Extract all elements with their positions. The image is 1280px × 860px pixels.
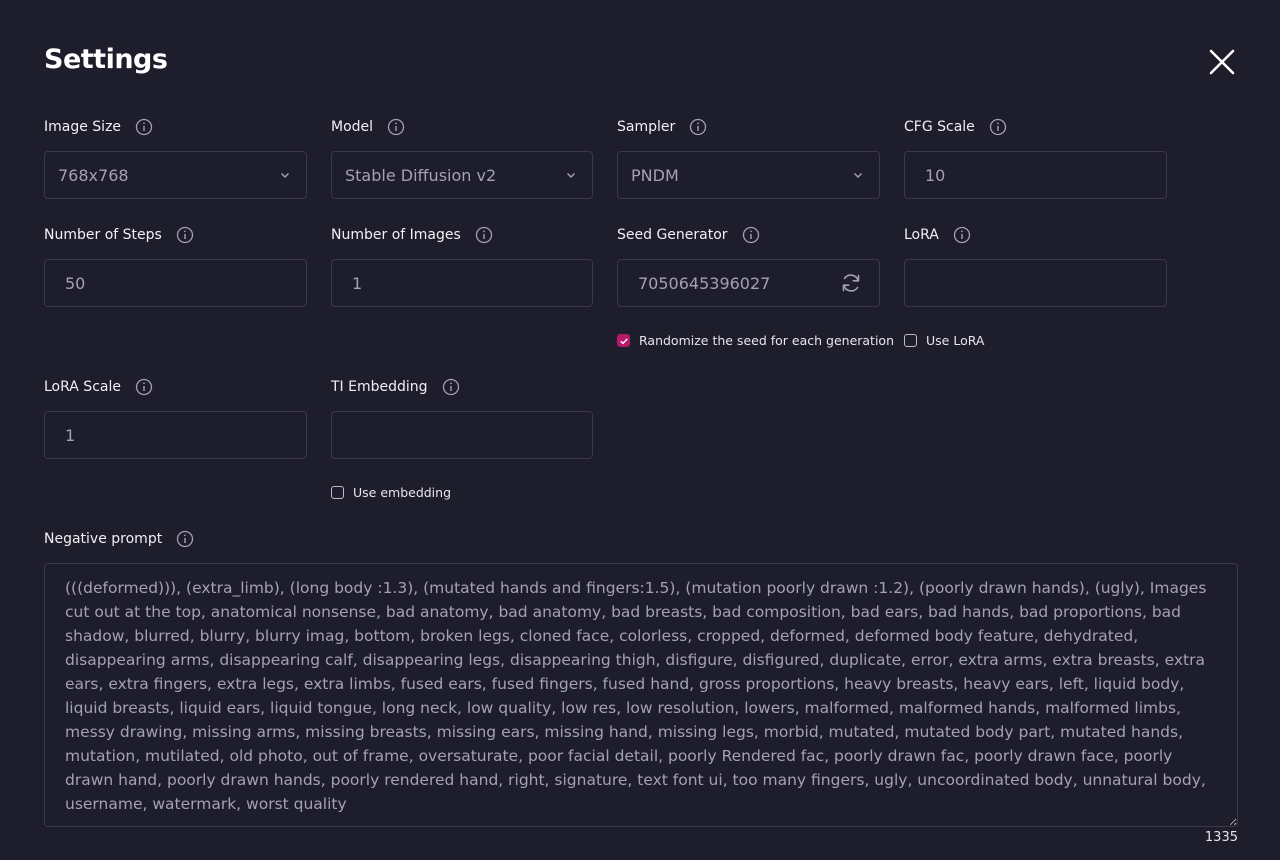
- chevron-down-icon: [281, 173, 289, 178]
- lora-scale-input[interactable]: 1: [44, 411, 307, 459]
- seed-generator-label: Seed Generator: [617, 226, 760, 244]
- num-steps-label: Number of Steps: [44, 226, 194, 244]
- close-icon[interactable]: [1206, 46, 1238, 78]
- num-steps-input[interactable]: 50: [44, 259, 307, 307]
- ti-embedding-input[interactable]: [331, 411, 593, 459]
- info-icon[interactable]: [689, 118, 707, 136]
- cfg-scale-input[interactable]: 10: [904, 151, 1167, 199]
- use-lora-checkbox[interactable]: Use LoRA: [904, 333, 984, 348]
- info-icon[interactable]: [989, 118, 1007, 136]
- image-size-select[interactable]: 768x768: [44, 151, 307, 199]
- use-embedding-checkbox[interactable]: Use embedding: [331, 485, 451, 500]
- image-size-label: Image Size: [44, 118, 153, 136]
- checkbox-checked[interactable]: [617, 334, 630, 347]
- info-icon[interactable]: [442, 378, 460, 396]
- num-images-label: Number of Images: [331, 226, 493, 244]
- model-label: Model: [331, 118, 405, 136]
- info-icon[interactable]: [176, 226, 194, 244]
- sampler-select[interactable]: PNDM: [617, 151, 880, 199]
- model-select[interactable]: Stable Diffusion v2: [331, 151, 593, 199]
- info-icon[interactable]: [135, 118, 153, 136]
- lora-input[interactable]: [904, 259, 1167, 307]
- refresh-icon[interactable]: [839, 271, 863, 295]
- info-icon[interactable]: [176, 530, 194, 548]
- info-icon[interactable]: [742, 226, 760, 244]
- info-icon[interactable]: [475, 226, 493, 244]
- info-icon[interactable]: [387, 118, 405, 136]
- page-title: Settings: [44, 44, 168, 75]
- sampler-label: Sampler: [617, 118, 707, 136]
- randomize-seed-checkbox[interactable]: Randomize the seed for each generation: [617, 333, 894, 348]
- seed-input[interactable]: 7050645396027: [617, 259, 880, 307]
- negative-prompt-label: Negative prompt: [44, 530, 194, 548]
- info-icon[interactable]: [135, 378, 153, 396]
- checkbox-unchecked[interactable]: [331, 486, 344, 499]
- check-icon: [619, 337, 628, 344]
- chevron-down-icon: [567, 173, 575, 178]
- lora-label: LoRA: [904, 226, 971, 244]
- cfg-scale-label: CFG Scale: [904, 118, 1007, 136]
- num-images-input[interactable]: 1: [331, 259, 593, 307]
- negative-prompt-textarea[interactable]: (((deformed))), (extra_limb), (long body…: [44, 563, 1238, 827]
- chevron-down-icon: [854, 173, 862, 178]
- ti-embedding-label: TI Embedding: [331, 378, 460, 396]
- info-icon[interactable]: [953, 226, 971, 244]
- lora-scale-label: LoRA Scale: [44, 378, 153, 396]
- checkbox-unchecked[interactable]: [904, 334, 917, 347]
- character-counter: 1335: [1204, 830, 1238, 845]
